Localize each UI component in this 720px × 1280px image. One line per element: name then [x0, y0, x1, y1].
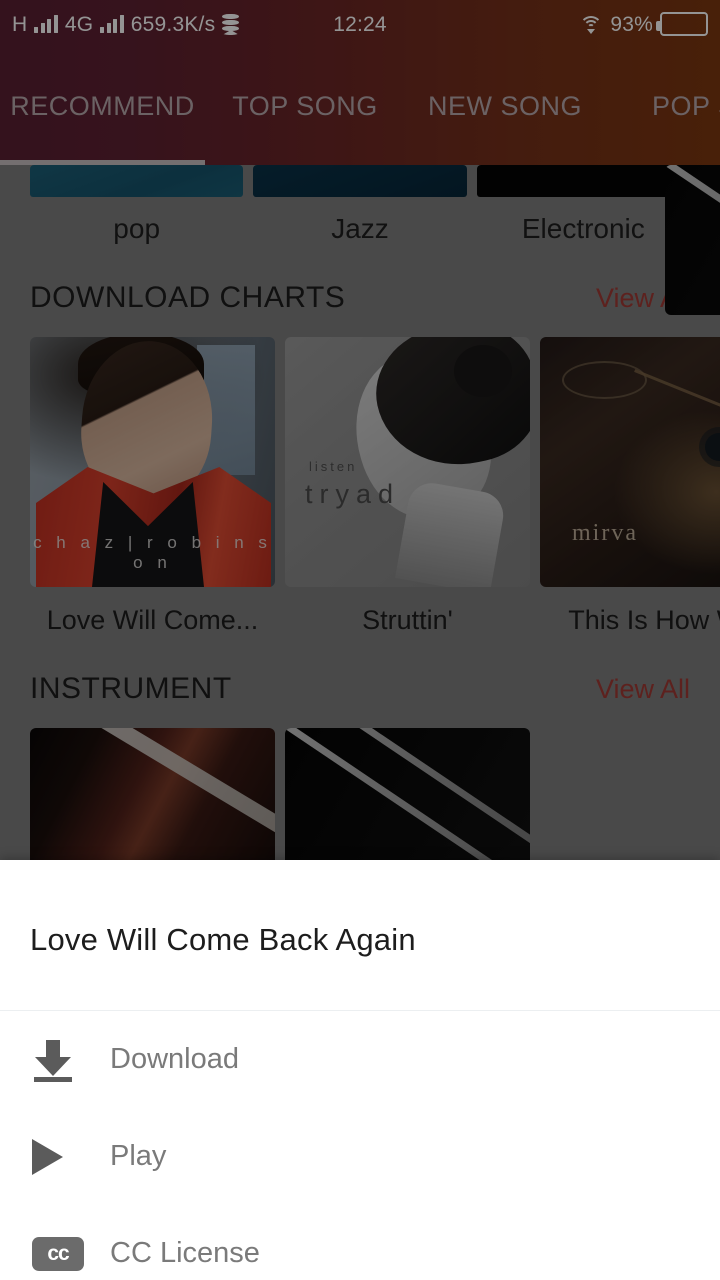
cc-icon: cc: [32, 1236, 110, 1271]
menu-item-cc-license-label: CC License: [110, 1237, 260, 1269]
download-icon-glyph: [32, 1038, 74, 1082]
menu-item-download-label: Download: [110, 1043, 239, 1075]
app-screen: H 4G 659.3K/s 12:24 93% RECOMMEND TOP SO…: [0, 0, 720, 1280]
menu-item-play[interactable]: Play: [0, 1108, 720, 1205]
menu-item-play-label: Play: [110, 1140, 167, 1172]
cc-icon-badge: cc: [32, 1236, 84, 1271]
menu-item-cc-license[interactable]: cc CC License: [0, 1205, 720, 1280]
menu-item-download[interactable]: Download: [0, 1011, 720, 1108]
bottom-sheet: Love Will Come Back Again Download Play …: [0, 860, 720, 1280]
download-icon: [32, 1038, 110, 1082]
bottom-sheet-title: Love Will Come Back Again: [30, 922, 416, 957]
play-icon-glyph: [32, 1138, 63, 1175]
play-icon: [32, 1138, 110, 1175]
